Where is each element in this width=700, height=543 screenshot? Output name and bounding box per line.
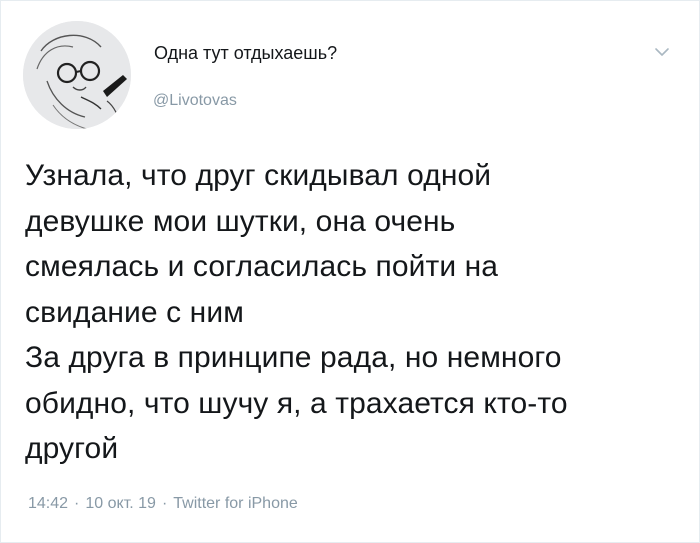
chevron-down-icon (655, 48, 669, 56)
tweet-card: Одна тут отдыхаешь? @Livotovas Узнала, ч… (0, 0, 700, 543)
tweet-source-link[interactable]: Twitter for iPhone (173, 495, 298, 512)
tweet-text: Узнала, что друг скидывал одной девушке … (25, 153, 689, 472)
avatar-sketch-icon (23, 21, 131, 129)
author-handle[interactable]: @Livotovas (153, 92, 237, 110)
tweet-paragraph: Узнала, что друг скидывал одной девушке … (25, 159, 499, 329)
tweet-paragraph: За друга в принципе рада, но немного оби… (25, 341, 568, 465)
tweet-menu-button[interactable] (651, 41, 673, 63)
tweet-time[interactable]: 14:42 (28, 495, 68, 512)
tweet-meta: 14:42 · 10 окт. 19 · Twitter for iPhone (28, 495, 298, 513)
avatar[interactable] (23, 21, 131, 129)
tweet-date[interactable]: 10 окт. 19 (85, 495, 156, 512)
meta-separator: · (161, 495, 168, 512)
author-display-name[interactable]: Одна тут отдыхаешь? (154, 43, 337, 64)
meta-separator: · (74, 495, 80, 512)
